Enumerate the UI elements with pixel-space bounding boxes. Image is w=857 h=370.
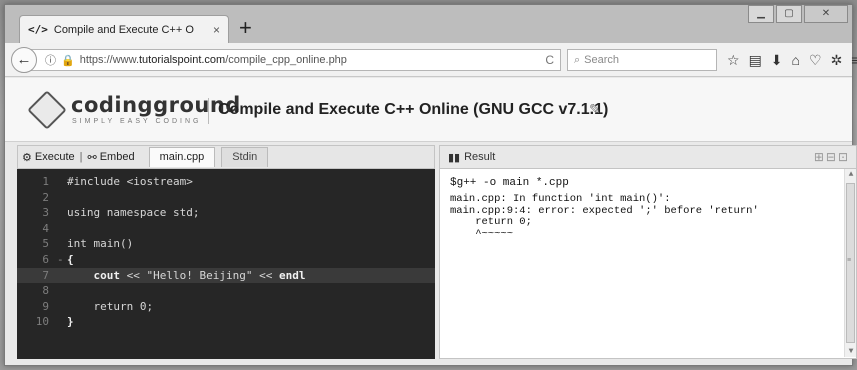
url-text: https://www.tutorialspoint.com/compile_c… — [79, 54, 347, 66]
fold-marker — [57, 221, 67, 237]
toolbar-separator: | — [79, 151, 83, 163]
code-line[interactable]: 9 return 0; — [17, 299, 435, 315]
home-icon[interactable]: ⌂ — [792, 49, 800, 71]
tab-title: Compile and Execute C++ O — [53, 23, 194, 36]
code-line[interactable]: 6-{ — [17, 252, 435, 268]
back-arrow-icon: ← — [16, 51, 32, 68]
code-icon: </> — [28, 23, 48, 36]
page-title: Compile and Execute C++ Online (GNU GCC … — [218, 101, 609, 118]
code-line[interactable]: 7 cout << "Hello! Beijing" << endl — [17, 267, 435, 284]
embed-button[interactable]: ⚯ Embed — [87, 151, 134, 164]
pocket-icon[interactable]: ♡ — [809, 49, 822, 71]
code-text: return 0; — [67, 299, 154, 313]
embed-label: Embed — [99, 151, 135, 163]
result-label: Result — [464, 151, 496, 163]
fold-marker — [57, 174, 67, 190]
code-line[interactable]: 5 int main() — [17, 236, 435, 252]
nav-bar: ⓘ 🔒 https://www.tutorialspoint.com/compi… — [5, 43, 857, 77]
code-text: using namespace std; — [67, 206, 200, 220]
minimize-button[interactable]: ▁ — [748, 5, 774, 23]
editor-toolbar: ⚙ Execute | ⚯ Embed main.cpp Stdin — [17, 145, 435, 169]
code-text: int main() — [67, 237, 134, 251]
close-window-button[interactable]: ✕ — [804, 5, 848, 23]
code-text: #include <iostream> — [67, 175, 193, 188]
back-button[interactable]: ← — [11, 47, 37, 73]
bookmark-star-icon[interactable]: ☆ — [727, 49, 740, 71]
result-output: $g++ -o main *.cpp main.cpp: In function… — [439, 169, 857, 359]
gears-icon: ⚙ — [22, 151, 32, 164]
menu-icon[interactable]: ≡ — [851, 49, 857, 71]
extension-icon[interactable]: ✲ — [831, 49, 843, 71]
line-number: 10 — [35, 315, 49, 329]
code-text: cout << "Hello! Beijing" << endl — [93, 268, 306, 282]
code-line[interactable]: 8 — [17, 283, 435, 299]
scroll-up-icon[interactable]: ▲ — [845, 170, 857, 179]
edit-icon[interactable]: ✎ — [589, 101, 601, 118]
compiler-output: main.cpp: In function 'int main()': main… — [450, 193, 759, 240]
new-tab-button[interactable]: + — [239, 17, 252, 39]
logo-text[interactable]: codingground — [71, 93, 241, 117]
execute-button[interactable]: ⚙ Execute — [22, 151, 75, 164]
line-number: 4 — [42, 221, 49, 235]
fold-marker — [57, 314, 67, 330]
result-panel: ▮▮ Result ⊞⊟⊡ $g++ -o main *.cpp main.cp… — [439, 145, 857, 359]
bar-chart-icon: ▮▮ — [448, 151, 461, 164]
maximize-button[interactable]: ▢ — [776, 5, 802, 23]
share-icon: ⚯ — [87, 151, 97, 164]
logo-icon[interactable] — [27, 90, 67, 130]
info-icon[interactable]: ⓘ — [45, 52, 56, 68]
grip-icon: ≡ — [847, 257, 852, 265]
fold-marker — [57, 190, 67, 206]
compile-command: $g++ -o main *.cpp — [450, 177, 569, 189]
fold-marker — [57, 299, 67, 315]
search-placeholder: Search — [584, 54, 620, 66]
execute-label: Execute — [34, 151, 75, 163]
fold-marker — [57, 205, 67, 221]
result-scrollbar[interactable]: ▲ ≡ ▼ — [844, 169, 856, 357]
result-header: ▮▮ Result ⊞⊟⊡ — [439, 145, 857, 169]
close-tab-icon[interactable]: × — [213, 23, 220, 37]
search-input[interactable]: ⌕ Search — [567, 49, 717, 71]
search-icon: ⌕ — [574, 53, 581, 66]
tab-bar: </> Compile and Execute C++ O × + ▁ ▢ ✕ — [5, 5, 852, 43]
line-number: 2 — [42, 190, 49, 204]
toolbar-icons: ☆ ▤ ⬇ ⌂ ♡ ✲ ≡ — [727, 49, 857, 71]
browser-tab[interactable]: </> Compile and Execute C++ O × — [19, 15, 229, 43]
lock-icon: 🔒 — [61, 54, 75, 67]
code-text: { — [67, 252, 74, 266]
code-line[interactable]: 3 using namespace std; — [17, 205, 435, 221]
code-text: } — [67, 315, 74, 329]
code-line[interactable]: 10} — [17, 314, 435, 330]
line-number: 8 — [42, 284, 49, 298]
url-bar[interactable]: ⓘ 🔒 https://www.tutorialspoint.com/compi… — [31, 49, 561, 71]
line-number: 9 — [42, 299, 49, 313]
code-line[interactable]: 2 — [17, 190, 435, 206]
site-header: codingground SIMPLY EASY CODING Compile … — [5, 78, 852, 142]
reading-list-icon[interactable]: ▤ — [749, 49, 762, 71]
line-number: 7 — [42, 268, 49, 282]
fold-marker — [57, 236, 67, 252]
window-controls: ▁ ▢ ✕ — [748, 5, 848, 23]
tab-main-cpp[interactable]: main.cpp — [148, 147, 216, 167]
header-divider — [208, 98, 209, 124]
download-icon[interactable]: ⬇ — [771, 49, 783, 71]
line-number: 6 — [42, 252, 49, 266]
code-line[interactable]: 1 #include <iostream> — [17, 174, 435, 190]
line-number: 5 — [42, 237, 49, 251]
code-line[interactable]: 4 — [17, 221, 435, 237]
browser-window: </> Compile and Execute C++ O × + ▁ ▢ ✕ … — [4, 4, 857, 366]
code-editor[interactable]: 1 #include <iostream> 2 3 using namespace st… — [17, 169, 435, 359]
tab-stdin[interactable]: Stdin — [221, 147, 269, 167]
editor-panel: ⚙ Execute | ⚯ Embed main.cpp Stdin 1 #inc… — [17, 145, 435, 359]
reload-icon[interactable]: C — [545, 53, 554, 67]
line-number: 1 — [42, 175, 49, 188]
fold-marker[interactable]: - — [57, 252, 67, 268]
scroll-down-icon[interactable]: ▼ — [845, 347, 857, 356]
logo-tagline: SIMPLY EASY CODING — [72, 118, 202, 125]
panel-layout-icons[interactable]: ⊞⊟⊡ — [814, 150, 856, 164]
fold-marker — [57, 283, 67, 299]
line-number: 3 — [42, 206, 49, 220]
fold-marker — [57, 268, 67, 284]
